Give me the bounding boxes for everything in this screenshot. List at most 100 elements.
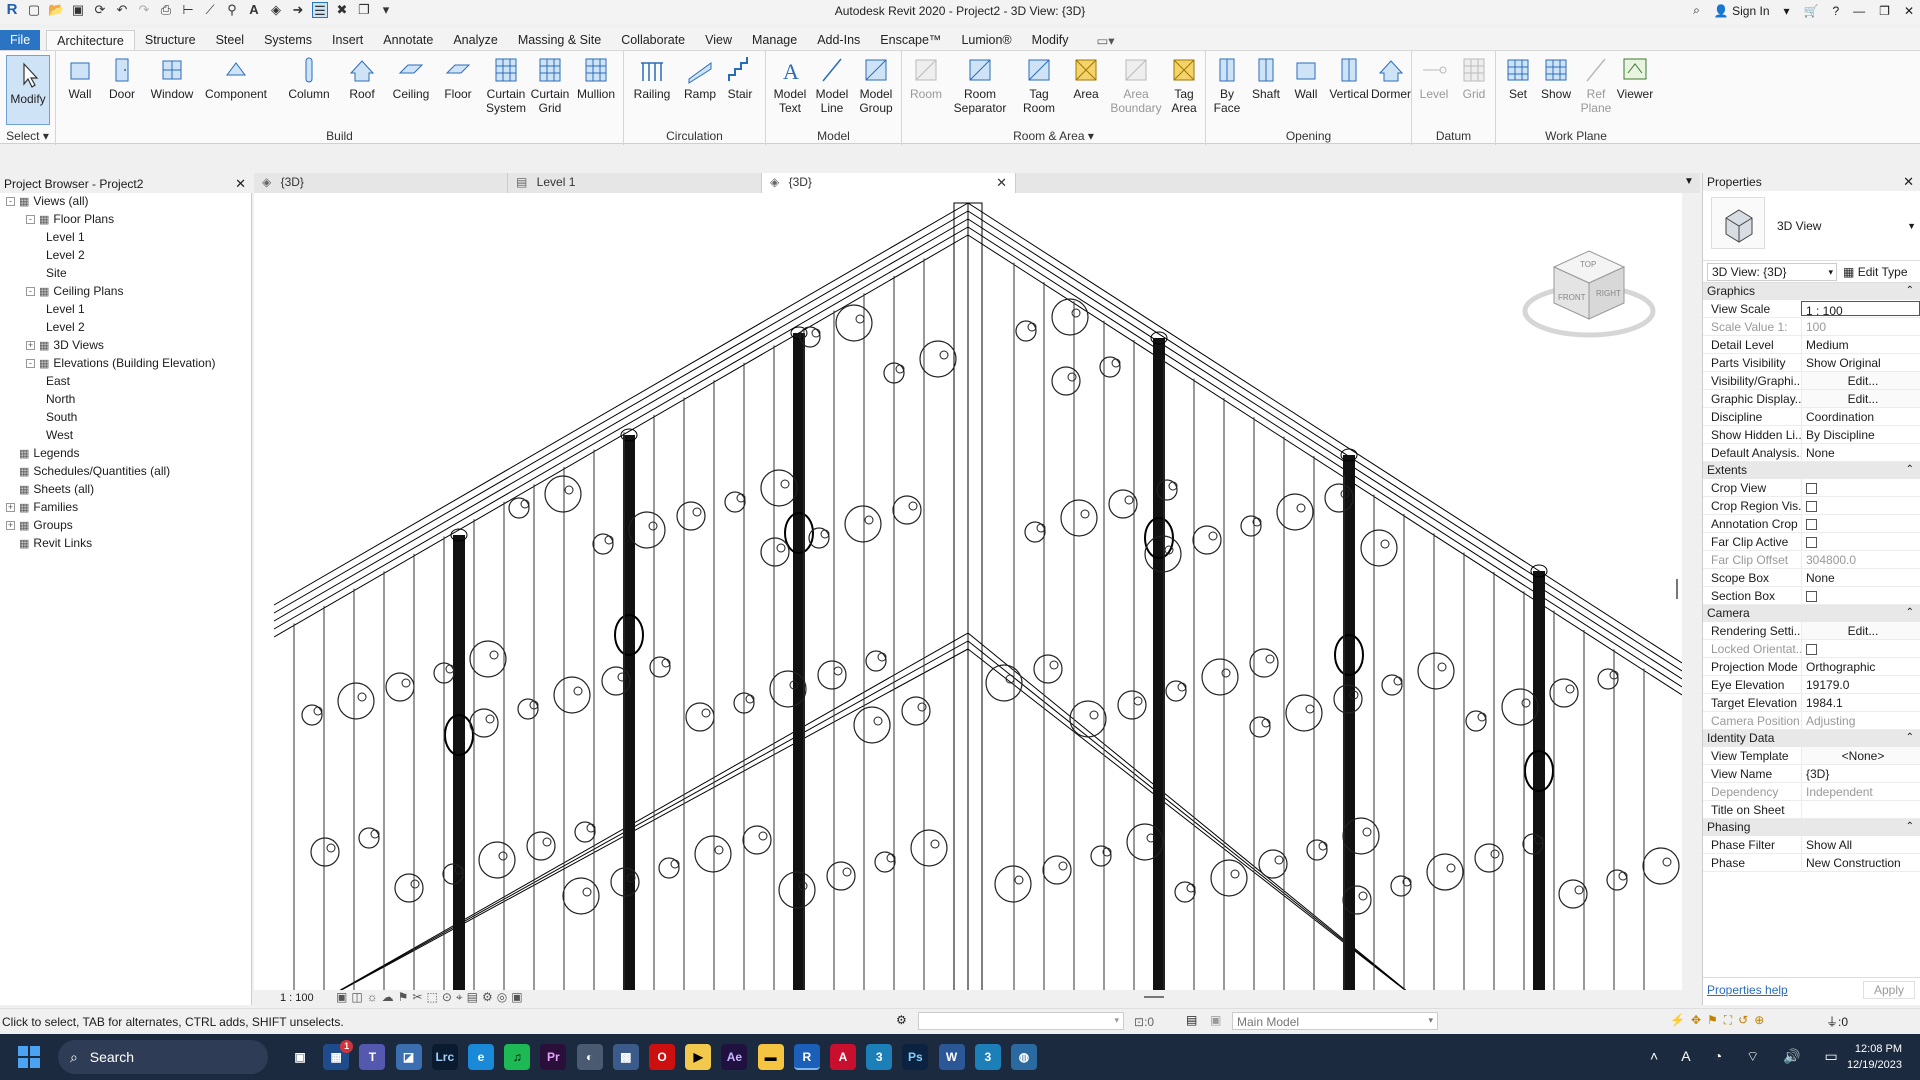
tree-item[interactable]: ▦ Schedules/Quantities (all) — [6, 464, 170, 478]
area-boundary-button[interactable]: Area Boundary — [1108, 55, 1164, 115]
view-tab-3[interactable]: ◈ {3D} ✕ — [762, 173, 1016, 193]
tree-item[interactable]: Site — [46, 266, 67, 280]
viewcube-front-face[interactable]: FRONT — [1558, 293, 1586, 302]
property-value[interactable] — [1801, 533, 1920, 550]
account-dropdown-icon[interactable]: ▾ — [1784, 4, 1790, 18]
grid-button[interactable]: Grid — [1454, 55, 1494, 101]
checkbox[interactable] — [1806, 501, 1817, 512]
help-icon[interactable]: ? — [1832, 4, 1839, 18]
property-section-header[interactable]: Graphics ⌃ — [1703, 283, 1920, 300]
curtain-grid-button[interactable]: Curtain Grid — [528, 55, 572, 115]
binoculars-icon[interactable]: ⌕ — [1693, 3, 1700, 18]
tab-annotate[interactable]: Annotate — [373, 30, 443, 50]
tab-architecture[interactable]: Architecture — [46, 30, 135, 50]
property-value[interactable]: Medium — [1801, 336, 1920, 353]
revit-taskbar-icon[interactable]: R — [793, 1044, 820, 1070]
editing-requests-icon[interactable]: ▤ — [1186, 1013, 1197, 1027]
group-label-select[interactable]: Select ▾ — [0, 129, 55, 143]
ceiling-button[interactable]: Ceiling — [386, 55, 436, 101]
tab-steel[interactable]: Steel — [206, 30, 255, 50]
tab-collaborate[interactable]: Collaborate — [611, 30, 695, 50]
by-face-button[interactable]: By Face — [1208, 55, 1246, 115]
worksets-icon[interactable]: ⚙ — [896, 1013, 907, 1027]
modify-button[interactable]: Modify — [6, 55, 50, 125]
edge-icon[interactable]: e — [468, 1044, 494, 1070]
panel-toggle-icon[interactable]: ▭▾ — [1086, 30, 1124, 50]
tab-view[interactable]: View — [695, 30, 742, 50]
video-icon[interactable]: ▶ — [685, 1044, 712, 1070]
tree-item[interactable]: - ▦ Views (all) — [6, 194, 89, 208]
network-app-icon[interactable]: ◍ — [1011, 1044, 1037, 1070]
group-label-room-area[interactable]: Room & Area ▾ — [902, 129, 1205, 143]
tree-item[interactable]: Level 1 — [46, 230, 85, 244]
property-value[interactable] — [1801, 587, 1920, 604]
selection-toggles-icons[interactable]: ⚡✥⚑⛶↺⊕ — [1670, 1013, 1770, 1028]
property-value[interactable]: Orthographic — [1801, 658, 1920, 675]
tab-modify[interactable]: Modify — [1022, 30, 1079, 50]
tree-item[interactable]: - ▦ Ceiling Plans — [26, 284, 123, 298]
app-icon[interactable]: ▩ — [612, 1044, 639, 1070]
properties-help-link[interactable]: Properties help — [1707, 983, 1788, 997]
after-effects-icon[interactable]: Ae — [721, 1044, 748, 1070]
viewer-button[interactable]: Viewer — [1614, 55, 1656, 101]
app3b-icon[interactable]: 3 — [974, 1044, 1001, 1070]
view-cube[interactable]: TOP FRONT RIGHT — [1522, 243, 1656, 343]
apply-button[interactable]: Apply — [1862, 981, 1915, 999]
collapse-icon[interactable]: - — [26, 359, 35, 369]
collapse-section-icon[interactable]: ⌃ — [1906, 821, 1914, 832]
tree-item[interactable]: - ▦ Floor Plans — [26, 212, 114, 226]
viewcube-top-face[interactable]: TOP — [1580, 260, 1596, 269]
tab-structure[interactable]: Structure — [135, 30, 206, 50]
stair-button[interactable]: Stair — [720, 55, 760, 101]
3d-viewport[interactable]: TOP FRONT RIGHT — [254, 193, 1682, 1005]
property-value[interactable]: None — [1801, 444, 1920, 461]
property-value[interactable]: 19179.0 — [1801, 676, 1920, 693]
checkbox[interactable] — [1806, 537, 1817, 548]
property-value[interactable]: 1984.1 — [1801, 694, 1920, 711]
window-button[interactable]: Window — [144, 55, 200, 101]
file-explorer-icon[interactable]: ▬ — [757, 1044, 784, 1070]
property-value[interactable]: Edit... — [1801, 622, 1920, 639]
close-tab-icon[interactable]: ✕ — [996, 175, 1007, 191]
tree-item[interactable]: South — [46, 410, 77, 424]
tree-item[interactable]: North — [46, 392, 75, 406]
room-separator-button[interactable]: Room Separator — [948, 55, 1012, 115]
tab-massing-site[interactable]: Massing & Site — [508, 30, 611, 50]
browser-icon[interactable]: ◐ — [576, 1044, 603, 1070]
teams-icon[interactable]: T — [359, 1044, 386, 1070]
close-browser-icon[interactable]: ✕ — [235, 176, 246, 192]
opera-icon[interactable]: O — [649, 1044, 675, 1070]
view-controls-icons[interactable]: ▣◫☼☁⚑✂⬚⊙⌖▤⚙◎▣ — [336, 990, 527, 1005]
checkbox[interactable] — [1806, 519, 1817, 530]
expand-icon[interactable]: + — [6, 503, 15, 513]
column-button[interactable]: Column — [282, 55, 336, 101]
ramp-button[interactable]: Ramp — [680, 55, 720, 101]
close-icon[interactable]: ✕ — [1904, 4, 1914, 18]
lrc-icon[interactable]: Lrc — [431, 1044, 458, 1070]
instance-filter-dropdown[interactable]: 3D View: {3D} ▾ — [1707, 262, 1837, 281]
tag-area-button[interactable]: Tag Area — [1164, 55, 1204, 115]
property-value[interactable]: {3D} — [1801, 765, 1920, 782]
property-value[interactable]: <None> — [1801, 747, 1920, 764]
design-option-dropdown[interactable]: Main Model ▾ — [1232, 1012, 1438, 1030]
type-selector[interactable]: 3D View ▼ — [1703, 191, 1920, 261]
checkbox[interactable] — [1806, 483, 1817, 494]
user-icon[interactable]: 👤 Sign In — [1714, 4, 1770, 18]
collapse-section-icon[interactable]: ⌃ — [1906, 732, 1914, 743]
set-button[interactable]: Set — [1498, 55, 1538, 101]
task-view-icon[interactable]: ▣ — [287, 1044, 313, 1070]
floor-button[interactable]: Floor — [436, 55, 480, 101]
property-value[interactable]: Show All — [1801, 836, 1920, 853]
model-group-button[interactable]: Model Group — [854, 55, 898, 115]
railing-button[interactable]: Railing — [628, 55, 676, 101]
cart-icon[interactable]: 🛒 — [1804, 4, 1819, 18]
restore-icon[interactable]: ❐ — [1879, 4, 1890, 18]
property-value[interactable] — [1801, 497, 1920, 514]
chevron-down-icon[interactable]: ▼ — [1907, 221, 1916, 231]
app3-icon[interactable]: 3 — [866, 1044, 893, 1070]
minimize-icon[interactable]: — — [1853, 4, 1865, 18]
tree-item[interactable]: + ▦ Families — [6, 500, 78, 514]
tree-item[interactable]: + ▦ 3D Views — [26, 338, 104, 352]
mullion-button[interactable]: Mullion — [572, 55, 620, 101]
premiere-icon[interactable]: Pr — [540, 1044, 567, 1070]
